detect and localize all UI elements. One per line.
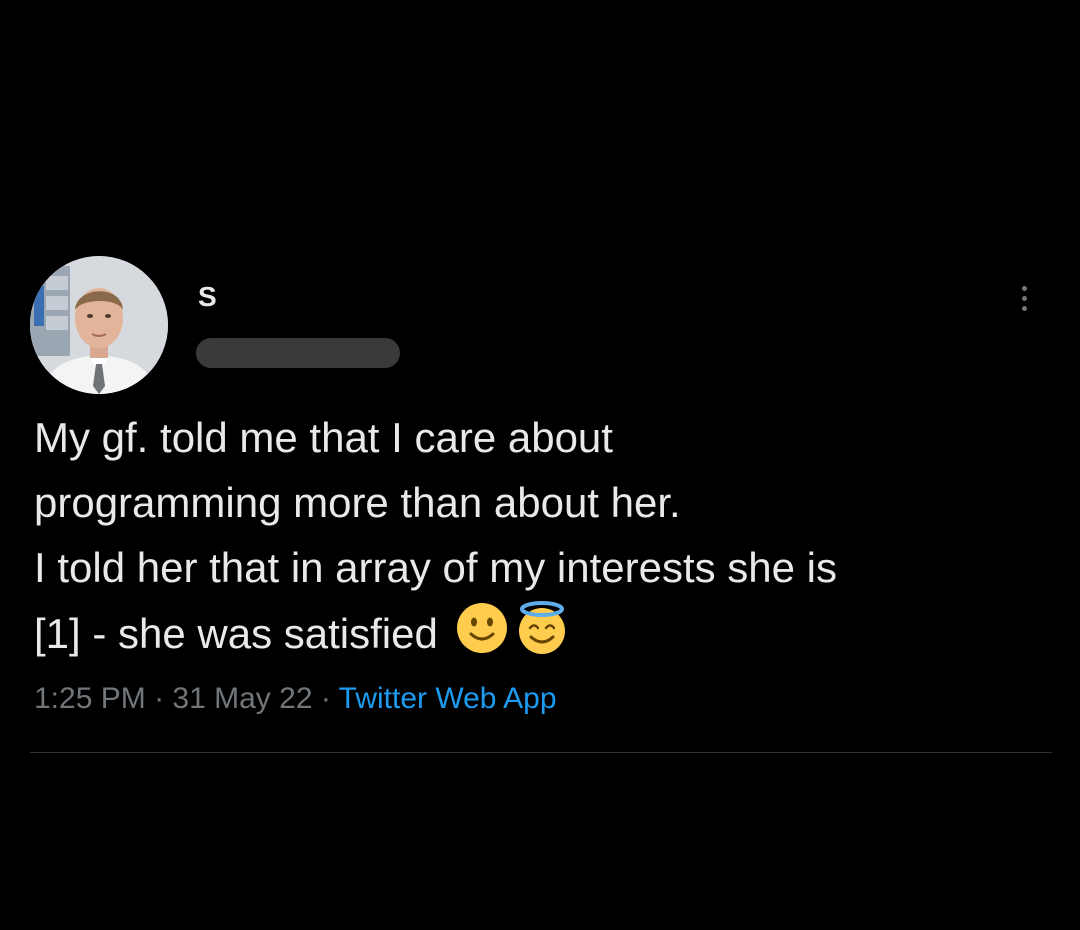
tweet-text-line: I told her that in array of my interests… xyxy=(34,544,838,591)
meta-separator: · xyxy=(154,682,165,715)
user-photo-icon xyxy=(30,256,168,394)
more-dot-icon xyxy=(1021,305,1027,311)
tweet-text-line: My gf. told me that I care about xyxy=(34,414,613,461)
more-options-button[interactable] xyxy=(1012,280,1036,316)
meta-separator: · xyxy=(320,682,331,715)
tweet-text-line-last: [1] - she was satisfied xyxy=(34,600,1064,666)
tweet-metadata: 1:25 PM · 31 May 22 · Twitter Web App xyxy=(34,682,557,716)
more-dot-icon xyxy=(1021,285,1027,291)
avatar[interactable] xyxy=(30,256,168,394)
name-redaction xyxy=(216,290,476,300)
tweet-detail: S My gf. told me that I care about progr… xyxy=(0,0,1080,930)
author-name-text: S xyxy=(198,281,217,312)
more-dot-icon xyxy=(1021,295,1027,301)
tweet-source-link[interactable]: Twitter Web App xyxy=(339,682,557,715)
tweet-text: My gf. told me that I care about program… xyxy=(34,405,1064,666)
smiling-face-with-halo-icon xyxy=(518,601,565,654)
tweet-text-segment: [1] - she was satisfied xyxy=(34,610,438,657)
author-display-name[interactable]: S xyxy=(198,280,217,314)
tweet-date[interactable]: 31 May 22 xyxy=(172,682,312,715)
handle-redaction xyxy=(196,338,400,368)
slightly-smiling-face-icon xyxy=(456,603,507,653)
tweet-text-line: programming more than about her. xyxy=(34,479,681,526)
divider xyxy=(30,752,1052,753)
tweet-time[interactable]: 1:25 PM xyxy=(34,682,146,715)
